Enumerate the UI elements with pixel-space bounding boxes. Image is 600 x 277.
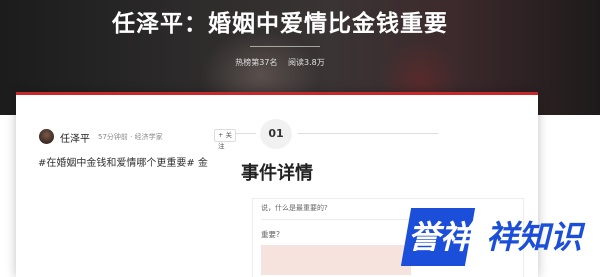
reply-divider bbox=[261, 219, 411, 220]
avatar[interactable] bbox=[39, 129, 54, 144]
hot-rank: 热榜第37名 bbox=[235, 58, 278, 67]
read-count: 阅读3.8万 bbox=[288, 58, 325, 67]
watermark-logo-box-text: 誉祥 bbox=[408, 218, 473, 256]
hero-meta: 热榜第37名 阅读3.8万 bbox=[0, 57, 560, 68]
author-name[interactable]: 任泽平 bbox=[60, 130, 90, 145]
reply-question-text-2: 重要? bbox=[261, 230, 280, 239]
post-hashtag-text[interactable]: #在婚姻中金钱和爱情哪个更重要# 金 bbox=[38, 154, 208, 169]
weibo-post-screenshot: 任泽平 57分钟前 · 经济学家 + 关注 #在婚姻中金钱和爱情哪个更重要# 金 bbox=[38, 125, 236, 185]
watermark-logo-text: 祥知识 bbox=[486, 218, 583, 256]
title-divider bbox=[250, 46, 320, 47]
section-number: 01 bbox=[260, 119, 292, 149]
reply-highlight-box bbox=[261, 245, 411, 275]
watermark-logo: 誉祥 祥知识 bbox=[400, 200, 600, 277]
page-title: 任泽平：婚姻中爱情比金钱重要 bbox=[112, 11, 448, 37]
reply-question-text: 说，什么是最重要的? bbox=[261, 204, 328, 212]
section-divider-right bbox=[298, 133, 438, 134]
post-meta: 57分钟前 · 经济学家 bbox=[98, 133, 163, 141]
follow-button[interactable]: + 关注 bbox=[214, 129, 236, 150]
